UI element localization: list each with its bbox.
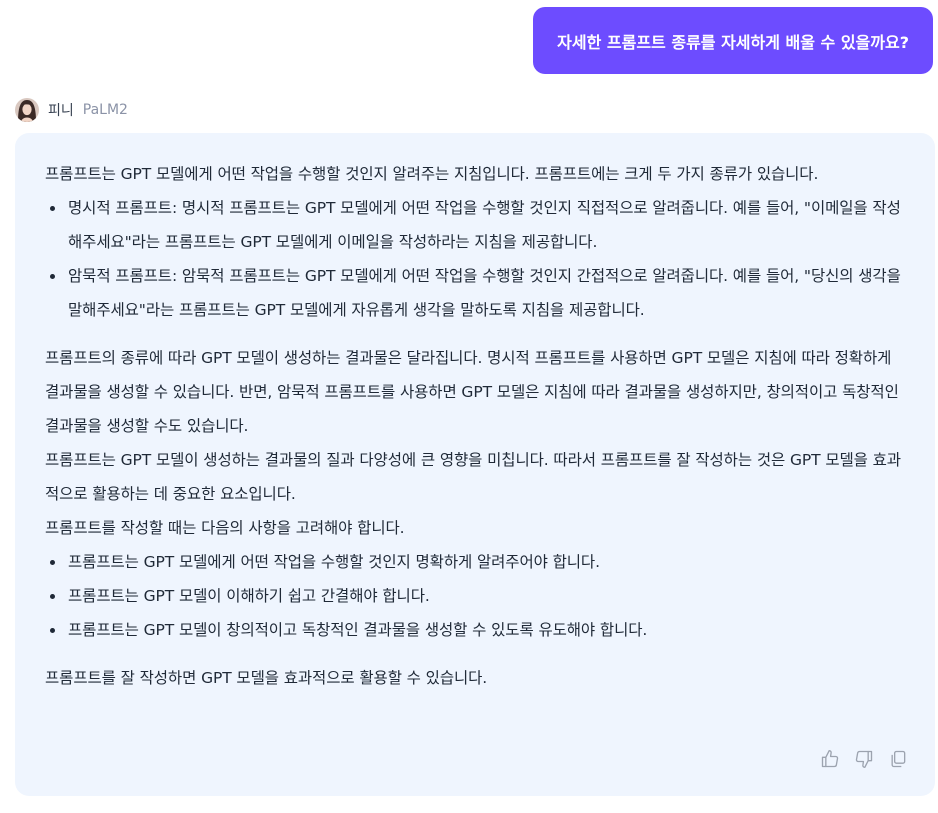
thumbs-up-icon[interactable] [819, 748, 841, 770]
list-item: 암묵적 프롬프트: 암묵적 프롬프트는 GPT 모델에게 어떤 작업을 수행할 … [45, 259, 905, 327]
bot-header: 피니 PaLM2 [15, 98, 128, 122]
list-item: 명시적 프롬프트: 명시적 프롬프트는 GPT 모델에게 어떤 작업을 수행할 … [45, 191, 905, 259]
message-actions [819, 748, 909, 770]
copy-icon[interactable] [887, 748, 909, 770]
list-item: 프롬프트는 GPT 모델이 창의적이고 독창적인 결과물을 생성할 수 있도록 … [45, 613, 905, 647]
answer-closing: 프롬프트를 잘 작성하면 GPT 모델을 효과적으로 활용할 수 있습니다. [45, 669, 488, 687]
bot-message-body: 프롬프트는 GPT 모델에게 어떤 작업을 수행할 것인지 알려주는 지침입니다… [45, 157, 905, 695]
answer-paragraph-3: 프롬프트는 GPT 모델이 생성하는 결과물의 질과 다양성에 큰 영향을 미칩… [45, 451, 901, 503]
user-message-row: 자세한 프롬프트 종류를 자세하게 배울 수 있을까요? [533, 7, 933, 74]
answer-paragraph-4: 프롬프트를 작성할 때는 다음의 사항을 고려해야 합니다. [45, 519, 405, 537]
answer-paragraph-2: 프롬프트의 종류에 따라 GPT 모델이 생성하는 결과물은 달라집니다. 명시… [45, 349, 899, 435]
avatar-photo-icon [15, 98, 39, 122]
answer-intro: 프롬프트는 GPT 모델에게 어떤 작업을 수행할 것인지 알려주는 지침입니다… [45, 165, 819, 183]
prompt-types-list: 명시적 프롬프트: 명시적 프롬프트는 GPT 모델에게 어떤 작업을 수행할 … [45, 191, 905, 327]
thumbs-down-icon[interactable] [853, 748, 875, 770]
prompt-tips-list: 프롬프트는 GPT 모델에게 어떤 작업을 수행할 것인지 명확하게 알려주어야… [45, 545, 905, 647]
list-item: 프롬프트는 GPT 모델에게 어떤 작업을 수행할 것인지 명확하게 알려주어야… [45, 545, 905, 579]
user-message-bubble: 자세한 프롬프트 종류를 자세하게 배울 수 있을까요? [533, 7, 933, 74]
list-item: 프롬프트는 GPT 모델이 이해하기 쉽고 간결해야 합니다. [45, 579, 905, 613]
bot-message-card: 프롬프트는 GPT 모델에게 어떤 작업을 수행할 것인지 알려주는 지침입니다… [15, 133, 935, 796]
bot-model-label: PaLM2 [82, 102, 128, 118]
chat-page: 자세한 프롬프트 종류를 자세하게 배울 수 있을까요? 피니 PaLM2 프롬… [0, 0, 938, 813]
bot-name: 피니 [48, 103, 74, 119]
